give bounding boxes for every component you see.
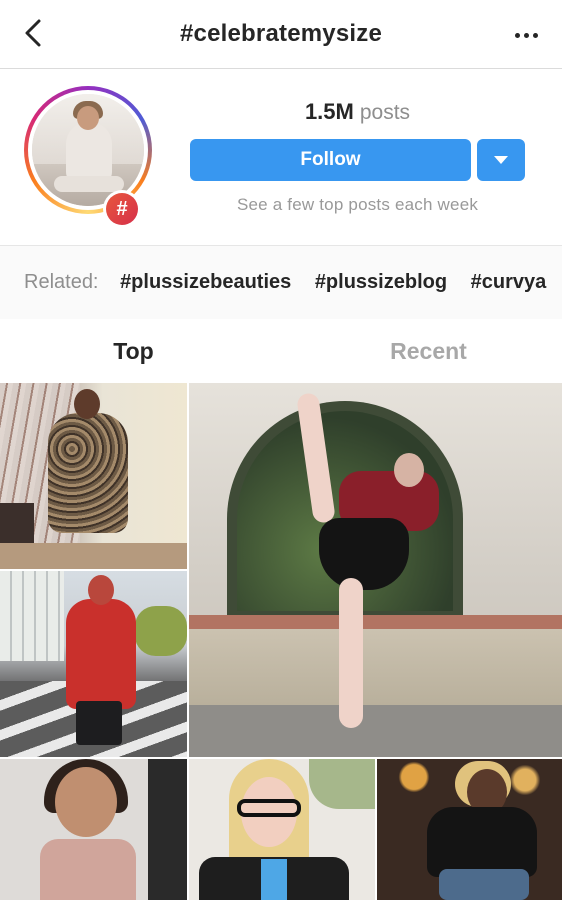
post-thumbnail[interactable] bbox=[0, 759, 187, 900]
post-thumbnail[interactable] bbox=[189, 759, 375, 900]
hashtag-icon: # bbox=[106, 193, 138, 225]
post-count-label: posts bbox=[359, 101, 411, 124]
post-thumbnail[interactable] bbox=[0, 571, 187, 757]
feed-tabs: Top Recent bbox=[0, 319, 562, 383]
tab-top[interactable]: Top bbox=[0, 319, 274, 383]
post-count-value: 1.5M bbox=[304, 99, 354, 124]
follow-button[interactable]: Follow bbox=[190, 139, 471, 181]
post-thumbnail[interactable] bbox=[0, 383, 187, 569]
page-title: #celebratemysize bbox=[180, 20, 382, 47]
post-thumbnail[interactable] bbox=[377, 759, 562, 900]
related-label: Related: bbox=[24, 271, 99, 293]
follow-options-button[interactable] bbox=[477, 139, 525, 181]
follow-description: See a few top posts each week bbox=[236, 195, 479, 214]
chevron-down-icon bbox=[494, 156, 508, 164]
related-tag[interactable]: #curvya bbox=[471, 271, 547, 293]
tab-recent[interactable]: Recent bbox=[288, 319, 562, 383]
hashtag-badge: # bbox=[103, 190, 141, 228]
hashtag-avatar-image bbox=[32, 94, 144, 206]
related-hashtags-bar[interactable]: Related: #plussizebeauties #plussizeblog… bbox=[0, 245, 562, 320]
related-tag[interactable]: #plussizeblog bbox=[315, 271, 447, 293]
post-grid bbox=[0, 383, 562, 900]
navigation-bar: #celebratemysize bbox=[0, 0, 562, 69]
post-thumbnail-featured[interactable] bbox=[189, 383, 562, 757]
more-options-button[interactable] bbox=[508, 18, 544, 52]
related-tag[interactable]: #plussizebeauties bbox=[120, 271, 291, 293]
hashtag-profile-header: # 1.5M posts Follow See a few top posts e… bbox=[0, 69, 562, 244]
more-horizontal-icon bbox=[514, 32, 520, 38]
post-count: 1.5M posts bbox=[190, 99, 525, 125]
